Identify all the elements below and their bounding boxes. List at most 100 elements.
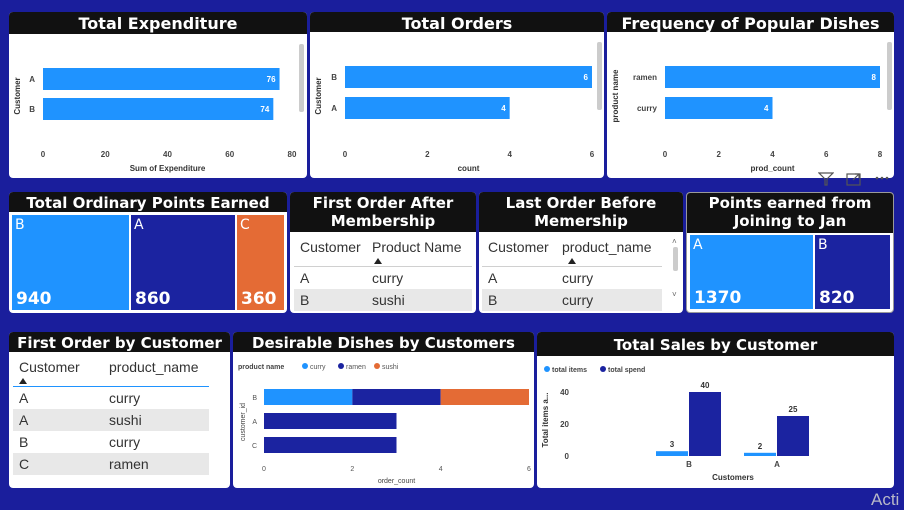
tile-label: B <box>818 237 828 253</box>
column-header-customer[interactable]: Customer <box>294 236 366 266</box>
scroll-up-icon[interactable]: ˄ <box>672 237 677 246</box>
table-row[interactable]: C ramen <box>13 453 209 475</box>
last-before-table: Customer product_name A curry B curry <box>482 236 662 311</box>
tick-label: 0 <box>565 452 570 461</box>
card-total-expenditure[interactable]: Total Expenditure A 76 B 74 0 20 40 60 80 Sum of … <box>9 12 307 178</box>
legend-label: sushi <box>382 364 399 371</box>
card-ordinary-points[interactable]: Total Ordinary Points Earned B 940 A 860 C 36… <box>9 192 287 313</box>
sort-ascending-icon[interactable] <box>19 378 27 384</box>
scrollbar[interactable] <box>299 44 304 112</box>
data-label: 25 <box>789 405 798 414</box>
treemap-tile[interactable]: B 940 <box>12 215 129 310</box>
bar <box>43 98 274 120</box>
tick-label: 40 <box>163 150 172 159</box>
table-cell: ramen <box>109 456 149 472</box>
y-axis-title: Customer <box>13 77 22 114</box>
bar-segment <box>440 389 529 405</box>
focus-mode-icon[interactable] <box>846 172 862 186</box>
data-label: 6 <box>584 73 589 82</box>
tile-value: 940 <box>16 289 52 309</box>
card-total-orders[interactable]: Total Orders B 6 A 4 0 2 4 6 count Customer <box>310 12 604 178</box>
bar <box>345 66 592 88</box>
card-points-joining-jan[interactable]: Points earned from Joining to Jan A 1370 B… <box>686 192 894 313</box>
scrollbar[interactable] <box>673 247 678 271</box>
table-row[interactable]: A curry <box>482 267 662 289</box>
category-label: A <box>252 419 257 426</box>
column-header-customer[interactable]: Customer <box>482 236 556 266</box>
y-axis-title: Customer <box>314 77 323 114</box>
tick-label: 20 <box>101 150 110 159</box>
filter-icon[interactable] <box>818 172 834 186</box>
sort-ascending-icon[interactable] <box>568 258 576 264</box>
treemap-tile[interactable]: C 360 <box>237 215 284 310</box>
scrollbar[interactable] <box>887 42 892 110</box>
watermark-text: Acti <box>871 490 900 509</box>
treemap-tile[interactable]: A 860 <box>131 215 235 310</box>
tile-value: 1370 <box>694 288 742 308</box>
treemap-tile[interactable]: B 820 <box>815 235 890 309</box>
legend-label: total spend <box>608 367 645 374</box>
scroll-down-icon[interactable]: ˅ <box>672 290 677 299</box>
bar <box>665 66 880 88</box>
scrollbar[interactable] <box>597 42 602 110</box>
legend-marker <box>374 363 380 369</box>
data-label: 40 <box>701 381 710 390</box>
popular-dishes-chart: ramen 8 curry 4 0 2 4 6 8 prod_count product name <box>611 66 883 173</box>
sort-ascending-icon[interactable] <box>374 258 382 264</box>
table-cell: A <box>488 270 498 286</box>
tick-label: 0 <box>262 466 266 473</box>
table-row[interactable]: B curry <box>482 289 662 311</box>
tick-label: 6 <box>527 466 531 473</box>
tile-value: 820 <box>819 288 855 308</box>
card-title: Points earned from Joining to Jan <box>687 193 893 233</box>
bar <box>744 452 776 456</box>
legend-label: total items <box>552 367 587 374</box>
y-axis-title: Total items a... <box>541 393 550 448</box>
legend-marker <box>302 363 308 369</box>
tick-label: 6 <box>824 150 829 159</box>
tile-label: B <box>15 217 25 233</box>
tile-label: A <box>134 217 144 233</box>
legend-marker <box>544 366 550 372</box>
card-popular-dishes[interactable]: Frequency of Popular Dishes ramen 8 curry 4… <box>607 12 894 178</box>
tick-label: 0 <box>663 150 668 159</box>
table-row[interactable]: A sushi <box>13 409 209 431</box>
bar <box>656 451 688 456</box>
tick-label: 4 <box>439 466 443 473</box>
more-options-icon[interactable] <box>874 172 890 186</box>
card-title: First Order by Customer <box>9 332 230 352</box>
table-row[interactable]: A curry <box>13 387 209 409</box>
card-total-sales[interactable]: Total Sales by Customer total items total… <box>537 332 894 488</box>
category-label: C <box>252 443 257 450</box>
card-title: First Order After Membership <box>290 192 476 232</box>
table-row[interactable]: B sushi <box>294 289 472 311</box>
focus-mode-icon-svg <box>846 173 861 186</box>
table-row[interactable]: A curry <box>294 267 472 289</box>
table-body: A curry B curry <box>482 266 662 311</box>
card-desirable-dishes[interactable]: Desirable Dishes by Customers product na… <box>233 332 534 488</box>
desirable-dishes-chart: product name curry ramen sushi B A C 0 2 4 6 order_… <box>238 363 531 485</box>
bar-segment <box>352 389 441 405</box>
tick-label: 0 <box>41 150 46 159</box>
card-last-before-membership[interactable]: Last Order Before Memership Customer pro… <box>479 192 683 313</box>
tick-label: 2 <box>717 150 722 159</box>
x-axis-title: count <box>458 164 480 173</box>
tile-label: A <box>693 237 703 253</box>
treemap-tile[interactable]: A 1370 <box>690 235 813 309</box>
card-first-order-by-customer[interactable]: First Order by Customer Customer product… <box>9 332 230 488</box>
tick-label: 60 <box>225 150 234 159</box>
x-axis-title: Customers <box>712 473 754 482</box>
column-header-product[interactable]: product_name <box>103 356 209 386</box>
bar-segment <box>264 413 397 429</box>
card-first-after-membership[interactable]: First Order After Membership Customer Pr… <box>290 192 476 313</box>
x-axis-title: order_count <box>378 478 415 485</box>
orders-chart: B 6 A 4 0 2 4 6 count Customer <box>314 66 595 173</box>
bar <box>665 97 773 119</box>
category-label: A <box>774 460 780 469</box>
legend-title: product name <box>238 364 284 371</box>
bar <box>345 97 510 119</box>
table-row[interactable]: B curry <box>13 431 209 453</box>
first-after-table: Customer Product Name A curry B sushi <box>294 236 472 311</box>
legend-label: ramen <box>346 364 366 371</box>
tick-label: 6 <box>590 150 595 159</box>
